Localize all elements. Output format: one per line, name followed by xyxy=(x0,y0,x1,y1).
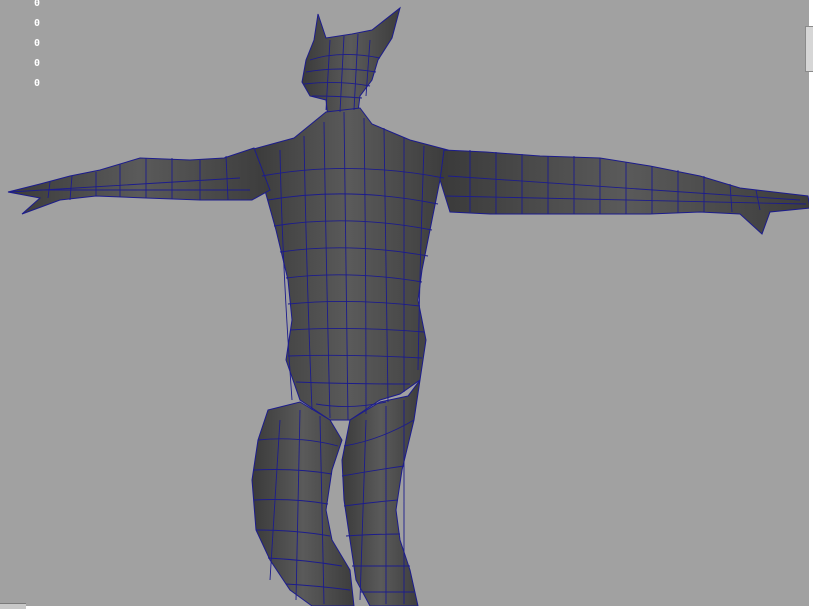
viewport-right-edge xyxy=(809,0,813,609)
panel-collapse-handle[interactable] xyxy=(805,26,813,72)
mesh-body xyxy=(7,6,811,607)
corner-resize-handle[interactable] xyxy=(0,603,26,609)
creature-mesh-icon[interactable] xyxy=(0,0,813,609)
3d-viewport[interactable]: 0 0 0 0 0 xyxy=(0,0,813,609)
